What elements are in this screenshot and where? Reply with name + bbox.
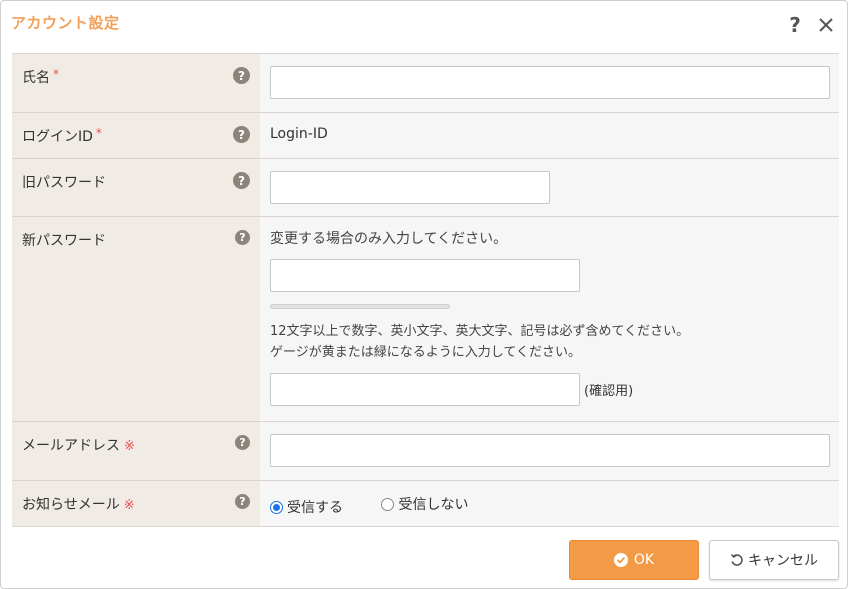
close-icon	[819, 18, 833, 32]
field-value-cell: 受信する 受信しない	[260, 481, 839, 526]
account-form: 氏名 * ? ログインID * ? Login-ID 旧パスワード ? 新パスワ…	[12, 53, 839, 527]
help-icon: ?	[789, 13, 801, 37]
ok-button[interactable]: OK	[569, 540, 699, 580]
dialog-title: アカウント設定	[11, 14, 120, 32]
account-settings-dialog: アカウント設定 ? 氏名 * ? ログインID * ? Login-ID 旧パス…	[0, 0, 848, 589]
dialog-close-button[interactable]	[815, 13, 837, 37]
field-label-cell: メールアドレス ※ ?	[12, 422, 260, 480]
radio-label-receive: 受信する	[287, 500, 343, 516]
help-icon[interactable]: ?	[233, 126, 250, 143]
new-password-instruction: 変更する場合のみ入力してください。	[270, 231, 508, 247]
field-value-cell: Login-ID	[260, 113, 839, 158]
new-password-input[interactable]	[270, 259, 580, 292]
help-icon[interactable]: ?	[235, 494, 250, 509]
form-row-new-password: 新パスワード ? 変更する場合のみ入力してください。 12文字以上で数字、英小文…	[12, 217, 839, 422]
help-icon[interactable]: ?	[235, 435, 250, 450]
field-label-notification: お知らせメール	[22, 497, 120, 513]
ok-label: OK	[633, 552, 655, 568]
confirm-password-group: (確認用)	[270, 373, 839, 406]
field-label-name: 氏名	[22, 70, 50, 86]
confirm-label: (確認用)	[584, 384, 634, 399]
name-input[interactable]	[270, 66, 830, 99]
radio-label-not-receive: 受信しない	[398, 497, 469, 513]
required-mark: ※	[124, 439, 135, 454]
help-icon[interactable]: ?	[233, 67, 250, 84]
form-row-old-password: 旧パスワード ?	[12, 159, 839, 217]
check-circle-icon	[613, 553, 628, 567]
dialog-help-button[interactable]: ?	[784, 13, 806, 37]
radio-not-receive[interactable]: 受信しない	[381, 494, 468, 514]
required-mark: *	[53, 67, 59, 81]
help-icon[interactable]: ?	[233, 172, 250, 189]
field-label-new-password: 新パスワード	[22, 233, 106, 249]
old-password-input[interactable]	[270, 171, 550, 204]
radio-receive[interactable]: 受信する	[270, 497, 343, 517]
help-icon[interactable]: ?	[235, 230, 250, 245]
email-input[interactable]	[270, 434, 830, 467]
field-label-cell: ログインID * ?	[12, 113, 260, 158]
form-row-notification: お知らせメール ※ ? 受信する 受信しない	[12, 481, 839, 527]
form-row-email: メールアドレス ※ ?	[12, 422, 839, 481]
field-label-cell: 氏名 * ?	[12, 54, 260, 112]
field-label-login-id: ログインID	[22, 129, 93, 145]
password-hint-line2: ゲージが黄または緑になるように入力してください。	[270, 345, 581, 360]
password-strength-gauge	[270, 304, 450, 309]
field-label-cell: 新パスワード ?	[12, 217, 260, 421]
cancel-button[interactable]: キャンセル	[709, 540, 839, 580]
form-row-login-id: ログインID * ? Login-ID	[12, 113, 839, 159]
required-mark: *	[95, 126, 102, 140]
login-id-value: Login-ID	[270, 126, 328, 142]
field-value-cell	[260, 159, 839, 216]
required-mark: ※	[123, 498, 135, 513]
radio-button-unchecked[interactable]	[381, 497, 395, 511]
field-label-cell: 旧パスワード ?	[12, 159, 260, 216]
password-hint-line1: 12文字以上で数字、英小文字、英大文字、記号は必ず含めてください。	[270, 324, 690, 339]
field-value-cell	[260, 54, 839, 112]
field-label-cell: お知らせメール ※ ?	[12, 481, 260, 526]
password-hint: 12文字以上で数字、英小文字、英大文字、記号は必ず含めてください。 ゲージが黄ま…	[270, 321, 839, 363]
field-value-cell	[260, 422, 839, 480]
field-label-old-password: 旧パスワード	[22, 175, 106, 191]
field-label-email: メールアドレス	[22, 438, 120, 454]
radio-button-checked[interactable]	[270, 500, 283, 514]
undo-icon	[730, 553, 743, 566]
field-value-cell: 変更する場合のみ入力してください。 12文字以上で数字、英小文字、英大文字、記号…	[260, 217, 839, 421]
cancel-label: キャンセル	[748, 553, 818, 569]
confirm-password-input[interactable]	[270, 373, 580, 406]
form-row-name: 氏名 * ?	[12, 54, 839, 113]
